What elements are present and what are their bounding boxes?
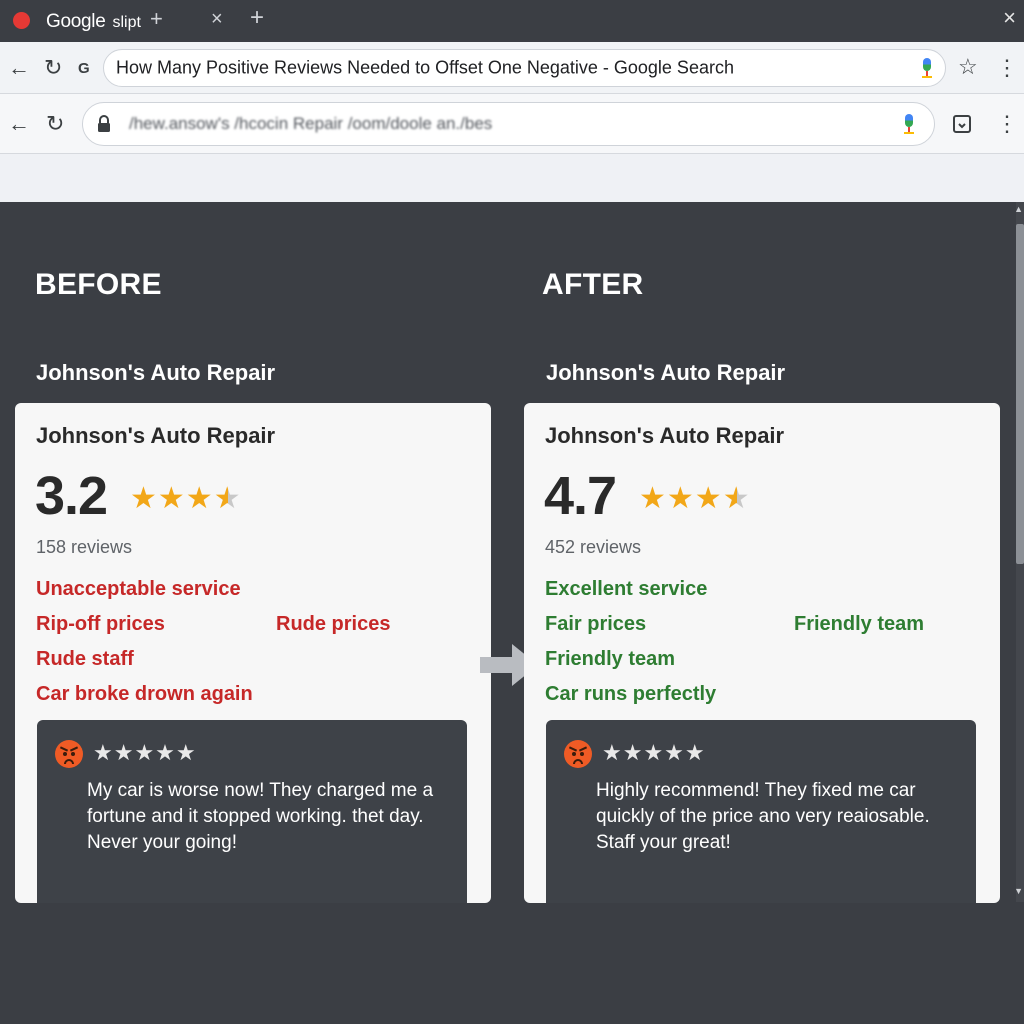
business-name: Johnson's Auto Repair: [545, 423, 785, 448]
address-bar[interactable]: /hew.ansow's /hcocin Repair /oom/doole a…: [82, 102, 935, 146]
tab-title-brand: Google: [46, 11, 106, 32]
reload-icon[interactable]: ↻: [44, 57, 62, 79]
search-query-text: How Many Positive Reviews Needed to Offs…: [116, 57, 734, 78]
review-count: 158 reviews: [36, 537, 133, 557]
lock-icon: [98, 115, 110, 132]
after-business-label: Johnson's Auto Repair: [546, 360, 786, 385]
scroll-up-icon[interactable]: ▲: [1014, 204, 1023, 214]
menu-kebab-icon[interactable]: ⋮: [996, 57, 1018, 79]
new-tab-button[interactable]: +: [250, 6, 264, 30]
review-tag: Rude prices: [276, 613, 391, 635]
review-text: Highly recommend! They fixed me car quic…: [596, 780, 930, 853]
before-heading: BEFORE: [35, 268, 162, 301]
infobar-strip: [0, 154, 1024, 202]
page-content: ▲ ▼ BEFORE Johnson's Auto Repair Johnson…: [0, 202, 1024, 1024]
review-count: 452 reviews: [545, 537, 642, 557]
mic-icon[interactable]: [921, 58, 933, 80]
back-arrow-icon[interactable]: ←: [8, 57, 30, 79]
review-tag: Unacceptable service: [36, 578, 241, 600]
rating-value: 3.2: [35, 466, 108, 526]
bookmark-star-icon[interactable]: ☆: [958, 56, 978, 78]
back-arrow-icon[interactable]: ←: [8, 113, 30, 135]
before-business-label: Johnson's Auto Repair: [36, 360, 276, 385]
review-snippet: ★★★★★ Highly recommend! They fixed me ca…: [546, 720, 976, 903]
tab-favicon-icon: [13, 12, 30, 29]
star-rating: ★★★★: [130, 482, 242, 515]
review-tag: Friendly team: [794, 613, 925, 635]
review-tag: Rip-off prices: [36, 613, 165, 635]
address-toolbar: ← ↻ /hew.ansow's /hcocin Repair /oom/doo…: [0, 94, 1024, 154]
business-name: Johnson's Auto Repair: [36, 423, 276, 448]
star-rating: ★★★★: [639, 482, 751, 515]
tab-title-suffix: slipt: [112, 14, 141, 31]
reload-icon[interactable]: ↻: [46, 113, 64, 135]
review-stars: ★★★★★: [602, 740, 706, 765]
review-snippet: ★★★★★ My car is worse now! They charged …: [37, 720, 467, 903]
tab-plus-icon[interactable]: +: [150, 8, 163, 30]
menu-kebab-icon[interactable]: ⋮: [996, 113, 1018, 135]
angry-face-icon: [55, 740, 83, 768]
after-heading: AFTER: [542, 268, 644, 301]
review-stars: ★★★★★: [93, 740, 197, 765]
rating-value: 4.7: [544, 466, 617, 526]
scroll-down-icon[interactable]: ▼: [1014, 886, 1023, 896]
mic-icon[interactable]: [903, 114, 915, 136]
search-toolbar: ← ↻ G How Many Positive Reviews Needed t…: [0, 42, 1024, 94]
angry-face-icon: [564, 740, 592, 768]
tab-title[interactable]: Google slipt: [46, 11, 141, 33]
review-text: My car is worse now! They charged me a f…: [87, 780, 434, 853]
review-tag: Car runs perfectly: [545, 683, 717, 705]
url-text: /hew.ansow's /hcocin Repair /oom/doole a…: [129, 114, 493, 133]
cast-icon[interactable]: [952, 114, 972, 134]
review-tag: Rude staff: [36, 648, 134, 670]
review-tag: Fair prices: [545, 613, 647, 635]
tab-close-icon[interactable]: ×: [211, 8, 223, 30]
search-query-bar[interactable]: How Many Positive Reviews Needed to Offs…: [103, 49, 946, 87]
review-tag: Car broke drown again: [36, 683, 253, 705]
tab-strip: Google slipt + × + ×: [0, 0, 1024, 42]
after-business-card: Johnson's Auto Repair 4.7 ★★★★ 452 revie…: [524, 403, 1000, 903]
review-tag: Excellent service: [545, 578, 708, 600]
window-close-button[interactable]: ×: [1003, 6, 1016, 30]
google-g-icon: G: [78, 60, 90, 77]
before-business-card: Johnson's Auto Repair 3.2 ★★★★ 158 revie…: [15, 403, 491, 903]
review-tag: Friendly team: [545, 648, 676, 670]
scrollbar-thumb[interactable]: [1016, 224, 1024, 564]
